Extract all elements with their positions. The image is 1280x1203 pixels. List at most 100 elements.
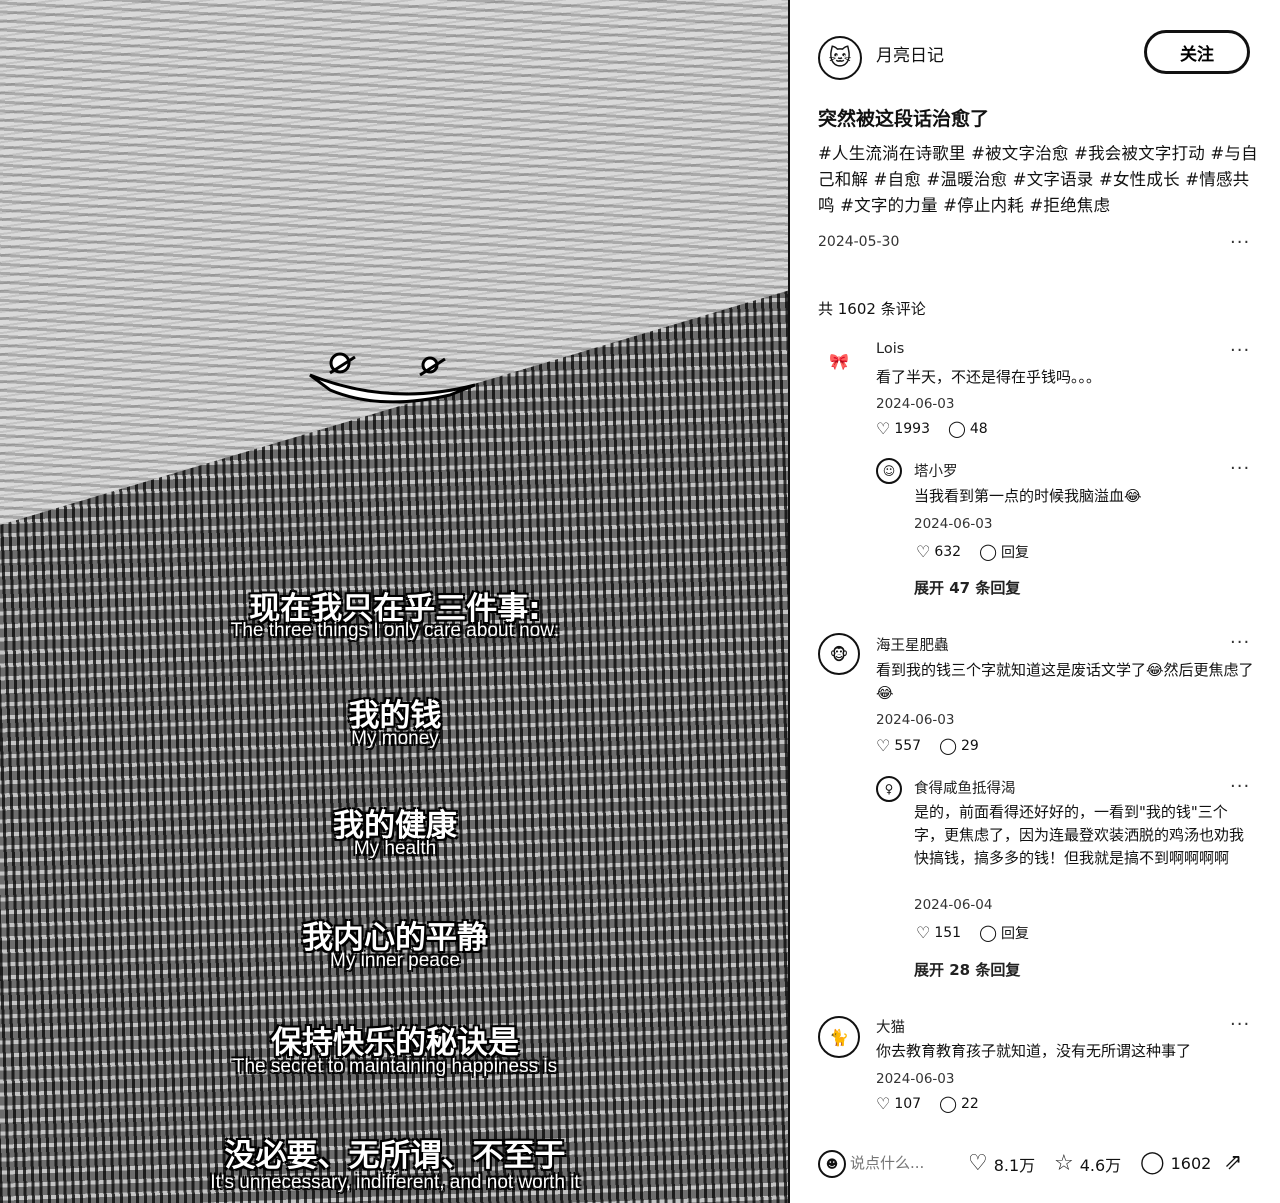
like-count: 151 xyxy=(934,925,962,941)
heart-icon: ♡ xyxy=(876,1094,891,1113)
like-count: 632 xyxy=(934,544,962,560)
author-avatar[interactable]: 🐱 xyxy=(818,36,862,80)
like-button[interactable]: ♡ 151 xyxy=(916,923,962,942)
image-line-zh: 没必要、无所谓、不至于 xyxy=(224,1138,566,1174)
reply-count: 29 xyxy=(960,738,979,754)
comment-more-icon[interactable]: ··· xyxy=(1230,340,1250,361)
star-post-count: 4.6万 xyxy=(1079,1156,1122,1175)
star-post-button[interactable]: ☆ 4.6万 xyxy=(1054,1152,1121,1176)
expand-replies-link[interactable]: 展开 28 条回复 xyxy=(914,959,1020,980)
reply-button[interactable]: ◯ 29 xyxy=(939,736,979,755)
cartoon-face-icon: 🐵 xyxy=(829,644,849,664)
post-title: 突然被这段话治愈了 xyxy=(818,108,990,130)
comment-input[interactable] xyxy=(850,1154,950,1172)
comment-author[interactable]: 大猫 xyxy=(876,1016,905,1037)
face-icon: ☺ xyxy=(882,464,896,478)
like-post-button[interactable]: ♡ 8.1万 xyxy=(968,1152,1035,1176)
expand-replies-link[interactable]: 展开 47 条回复 xyxy=(914,577,1020,598)
image-line-en: The three things I only care about now: xyxy=(230,620,560,641)
reply-author[interactable]: 食得咸鱼抵得渴 xyxy=(914,777,1016,798)
post-more-icon[interactable]: ··· xyxy=(1230,232,1250,253)
girl-face-icon: ♀ xyxy=(884,782,894,796)
heart-icon: ♡ xyxy=(916,923,931,942)
like-button[interactable]: ♡ 107 xyxy=(876,1094,922,1113)
share-icon[interactable]: ⇗ xyxy=(1224,1150,1242,1175)
comment-more-icon[interactable]: ··· xyxy=(1230,1014,1250,1035)
reply-stats: ♡ 632 ◯ 回复 xyxy=(916,542,1029,562)
comment-date: 2024-06-03 xyxy=(876,1071,955,1087)
reply-count: 22 xyxy=(960,1096,979,1112)
reply-button[interactable]: ◯ 22 xyxy=(939,1094,979,1113)
reply-avatar[interactable]: ♀ xyxy=(876,776,902,802)
comment-more-icon[interactable]: ··· xyxy=(1230,632,1250,653)
reply-more-icon[interactable]: ··· xyxy=(1230,776,1250,797)
like-post-count: 8.1万 xyxy=(993,1156,1036,1175)
reply-count: 48 xyxy=(969,421,988,437)
comment-author[interactable]: Lois xyxy=(876,341,904,357)
boat-illustration xyxy=(309,352,476,404)
image-line-en: My inner peace xyxy=(330,950,460,971)
comment-date: 2024-06-03 xyxy=(876,712,955,728)
reply-button[interactable]: ◯ 回复 xyxy=(979,923,1029,943)
heart-icon: ♡ xyxy=(916,542,931,561)
my-avatar: ☻ xyxy=(818,1150,846,1178)
post-date: 2024-05-30 xyxy=(818,234,900,250)
follow-button[interactable]: 关注 xyxy=(1144,30,1250,74)
reply-label: 回复 xyxy=(1000,545,1029,561)
face-icon: ☻ xyxy=(825,1157,839,1171)
star-icon: ☆ xyxy=(1054,1151,1074,1176)
comment-icon: ◯ xyxy=(979,542,997,561)
like-count: 557 xyxy=(894,738,922,754)
image-line-en: My health xyxy=(353,838,437,859)
comment-count: 共 1602 条评论 xyxy=(818,300,926,318)
like-button[interactable]: ♡ 1993 xyxy=(876,419,930,438)
comment-stats: ♡ 107 ◯ 22 xyxy=(876,1094,979,1113)
heart-icon: ♡ xyxy=(876,419,891,438)
reply-text: 当我看到第一点的时候我脑溢血😂 xyxy=(914,487,1142,505)
post-tags[interactable]: #人生流淌在诗歌里 #被文字治愈 #我会被文字打动 #与自己和解 #自愈 #温暖… xyxy=(818,141,1258,219)
like-button[interactable]: ♡ 632 xyxy=(916,542,962,561)
image-line-en: The secret to maintaining happiness is xyxy=(232,1056,558,1077)
reply-text: 是的，前面看得还好好的，一看到"我的钱"三个字，更焦虑了，因为连最登欢装洒脱的鸡… xyxy=(914,803,1245,867)
comment-text: 看到我的钱三个字就知道这是废话文学了😂然后更焦虑了😂 xyxy=(876,661,1254,702)
reply-label: 回复 xyxy=(1000,926,1029,942)
reply-avatar[interactable]: ☺ xyxy=(876,458,902,484)
reply-author[interactable]: 塔小罗 xyxy=(914,460,958,481)
reply-date: 2024-06-04 xyxy=(914,897,993,913)
post-image[interactable]: 现在我只在乎三件事: The three things I only care … xyxy=(0,0,790,1203)
image-line-en: My money xyxy=(351,728,439,749)
comment-icon: ◯ xyxy=(1140,1150,1165,1175)
comment-icon: ◯ xyxy=(939,736,957,755)
like-count: 1993 xyxy=(894,421,930,437)
heart-icon: ♡ xyxy=(968,1151,988,1176)
comment-avatar[interactable]: 🐵 xyxy=(818,633,860,675)
post-detail-panel: 🐱 月亮日记 关注 突然被这段话治愈了 #人生流淌在诗歌里 #被文字治愈 #我会… xyxy=(792,0,1280,1203)
heart-icon: ♡ xyxy=(876,736,891,755)
reply-button[interactable]: ◯ 回复 xyxy=(979,542,1029,562)
cat-icon: 🐈 xyxy=(829,1027,849,1047)
reply-stats: ♡ 151 ◯ 回复 xyxy=(916,923,1029,943)
comment-icon: ◯ xyxy=(939,1094,957,1113)
cat-face-icon: 🐱 xyxy=(828,45,852,71)
comment-author[interactable]: 海王星肥蟲 xyxy=(876,634,949,655)
comment-post-button[interactable]: ◯ 1602 xyxy=(1140,1152,1211,1174)
comment-post-count: 1602 xyxy=(1170,1153,1212,1173)
comment-text: 你去教育教育孩子就知道，没有无所谓这种事了 xyxy=(876,1042,1192,1060)
comment-avatar[interactable]: 🐈 xyxy=(818,1016,860,1058)
comment-stats: ♡ 557 ◯ 29 xyxy=(876,736,979,755)
bow-icon: 🎀 xyxy=(829,351,849,371)
comment-stats: ♡ 1993 ◯ 48 xyxy=(876,419,988,438)
author-name[interactable]: 月亮日记 xyxy=(876,41,944,66)
like-button[interactable]: ♡ 557 xyxy=(876,736,922,755)
comment-text: 看了半天，不还是得在乎钱吗。。。 xyxy=(876,368,1102,386)
comment-icon: ◯ xyxy=(979,923,997,942)
reply-button[interactable]: ◯ 48 xyxy=(947,419,988,438)
comment-date: 2024-06-03 xyxy=(876,396,955,412)
bottom-action-bar: ☻ ♡ 8.1万 ☆ 4.6万 ◯ 1602 ⇗ xyxy=(792,1140,1280,1190)
like-count: 107 xyxy=(894,1096,922,1112)
comment-avatar[interactable]: 🎀 xyxy=(822,344,856,378)
comment-icon: ◯ xyxy=(947,419,966,438)
image-line-en: It's unnecessary, indifferent, and not w… xyxy=(210,1172,580,1193)
reply-more-icon[interactable]: ··· xyxy=(1230,458,1250,479)
reply-date: 2024-06-03 xyxy=(914,516,993,532)
